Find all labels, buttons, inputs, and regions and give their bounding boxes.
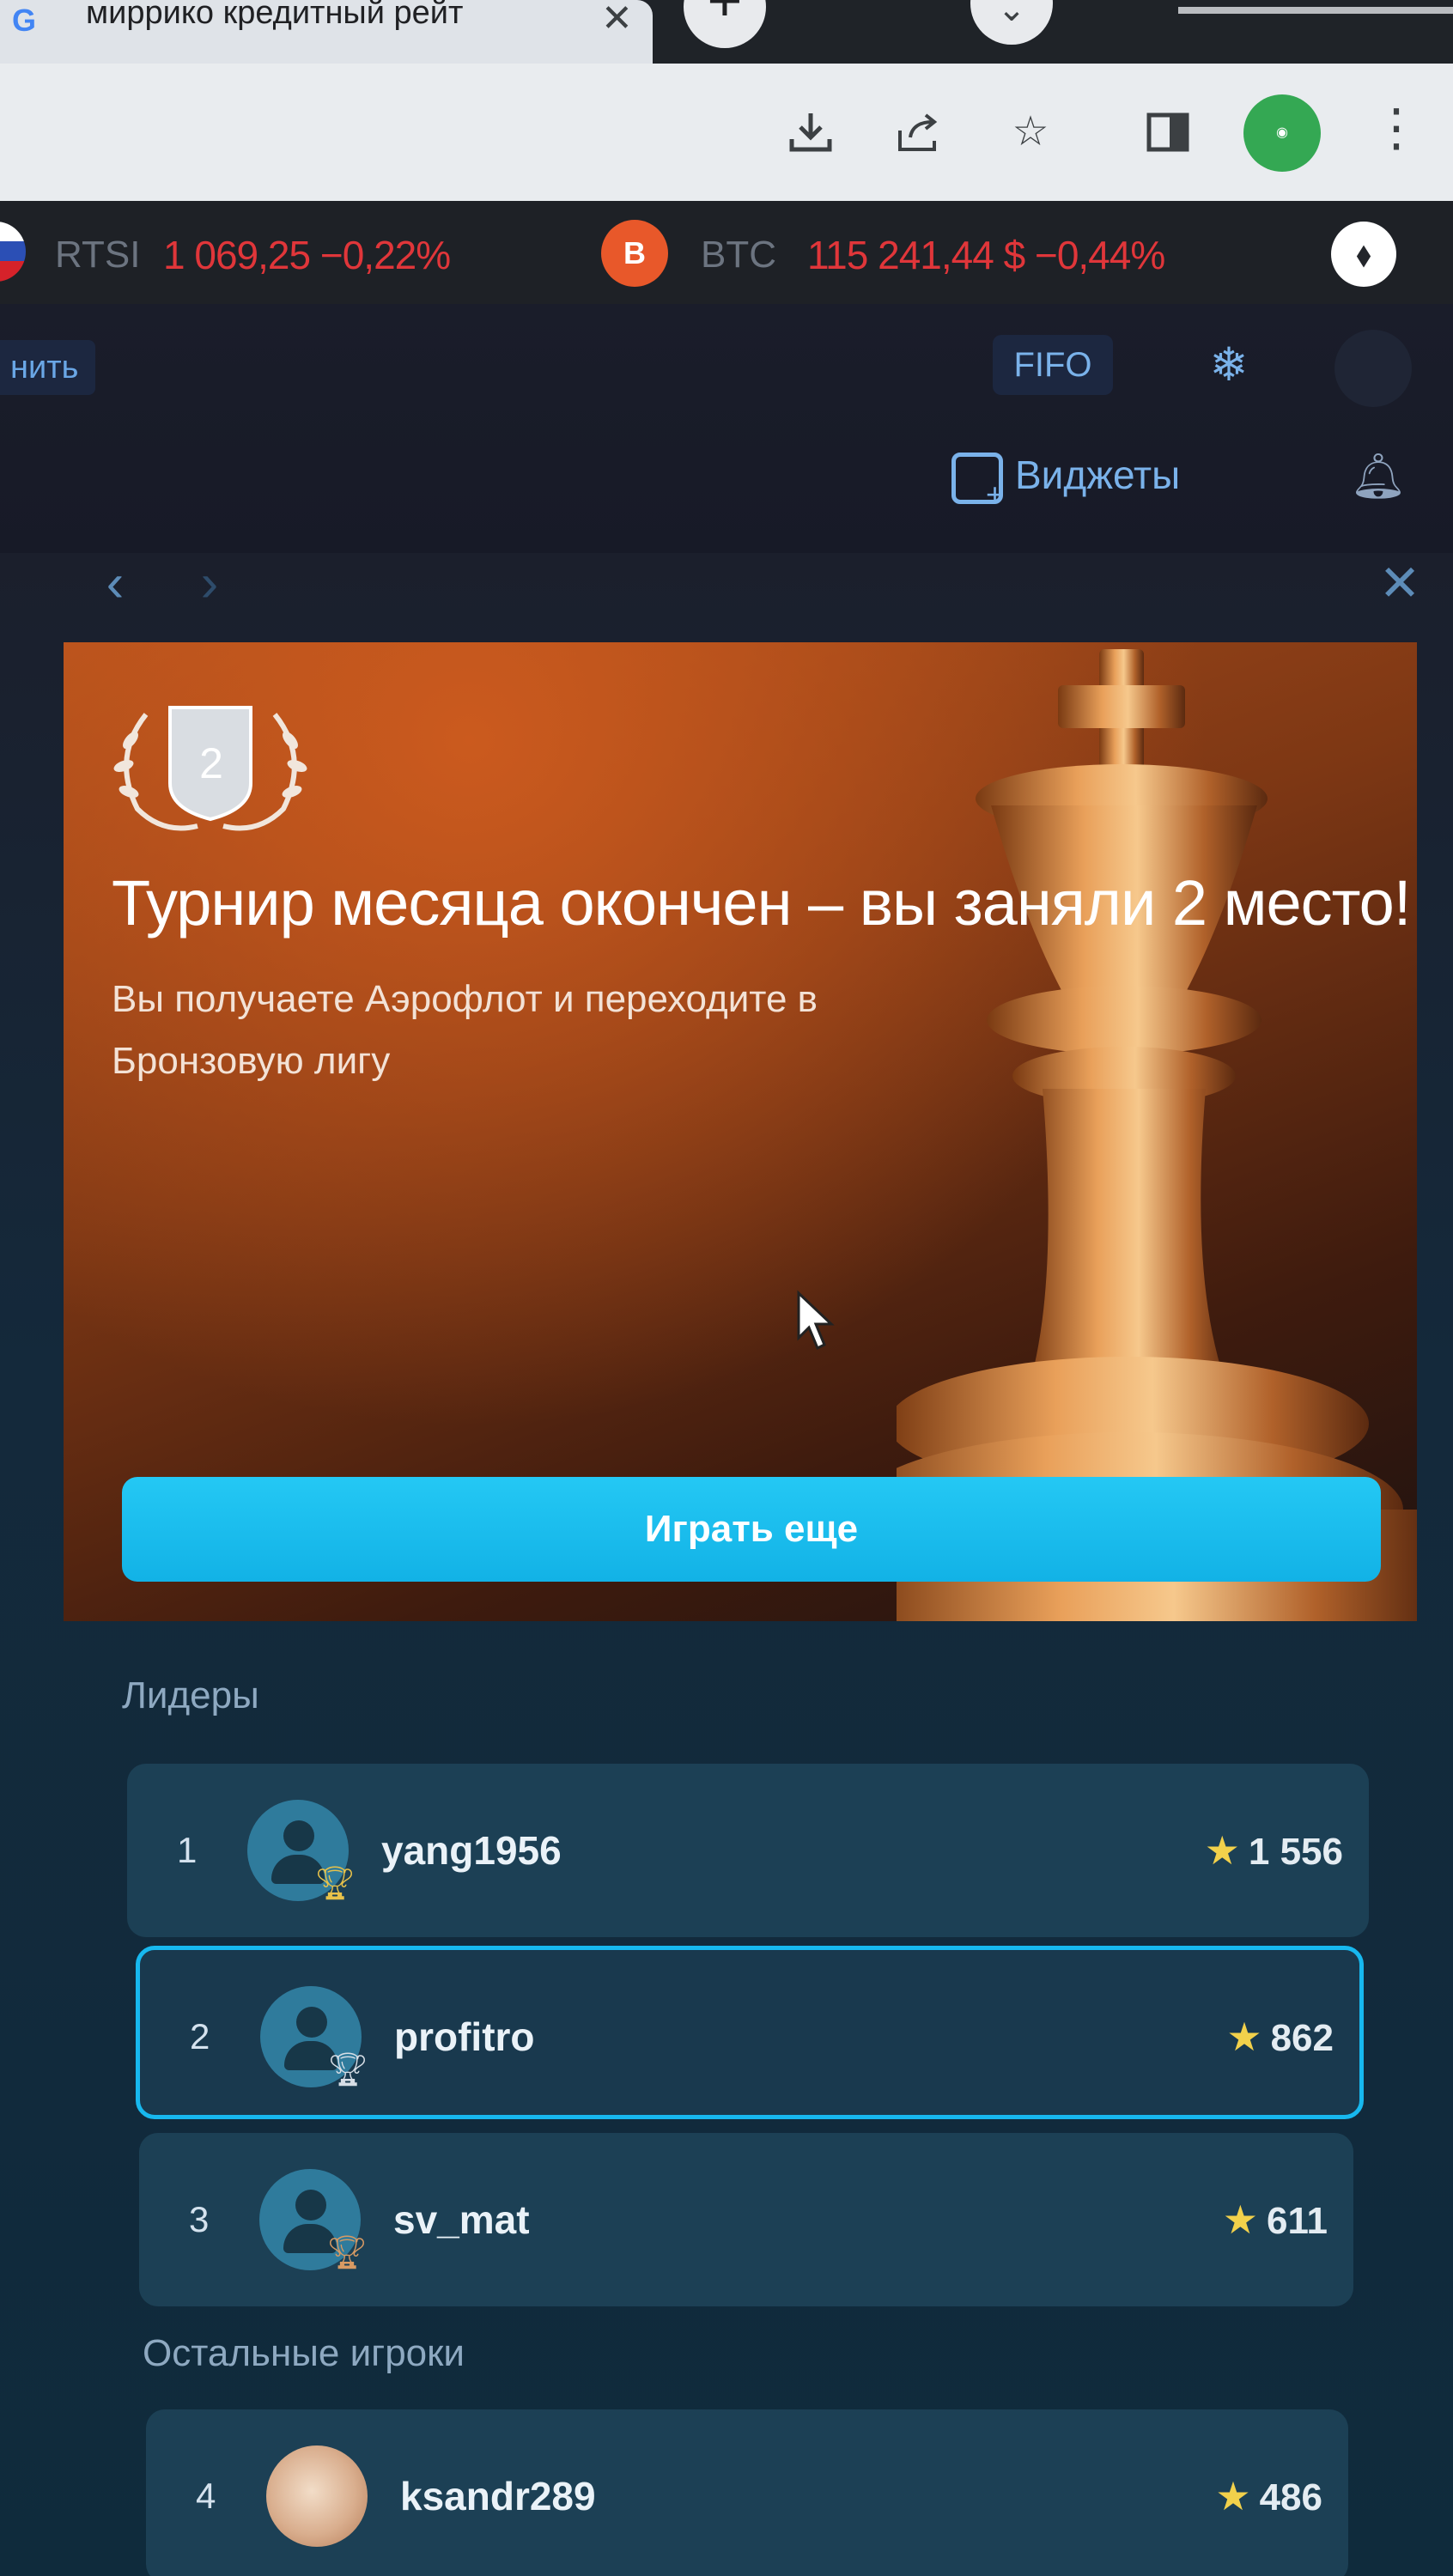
row-rank: 4 — [196, 2476, 216, 2516]
second-place-badge: 2 — [103, 697, 318, 843]
leaders-heading: Лидеры — [122, 1674, 259, 1716]
widgets-button[interactable]: Виджеты — [951, 443, 1181, 510]
player-name: sv_mat — [393, 2197, 530, 2242]
leaderboard-row[interactable]: 3 🏆︎ sv_mat ★ 611 — [139, 2133, 1353, 2306]
tab-title: миррико кредитный рейт — [86, 0, 464, 31]
leaderboard-row[interactable]: 4 ksandr289 ★ 486 — [146, 2409, 1348, 2576]
browser-toolbar: ☆ ◉ ⋮ — [0, 64, 1453, 201]
snowflake-icon[interactable]: ❄ — [1199, 335, 1259, 395]
player-name: profitro — [394, 2014, 535, 2059]
browser-menu-icon[interactable]: ⋮ — [1371, 98, 1422, 167]
other-players-heading: Остальные игроки — [143, 2332, 465, 2374]
fifo-button[interactable]: FIFO — [993, 335, 1113, 395]
avatar: 🏆︎ — [247, 1800, 356, 1902]
prev-arrow-icon[interactable]: ‹ — [89, 557, 141, 611]
user-avatar[interactable] — [1334, 330, 1412, 407]
star-icon: ★ — [1222, 2197, 1259, 2242]
bitcoin-icon: B — [601, 220, 668, 287]
player-score: ★ 1 556 — [1204, 1828, 1343, 1873]
google-favicon-icon: G — [11, 3, 36, 38]
player-name: yang1956 — [381, 1828, 562, 1873]
browser-tab[interactable]: G миррико кредитный рейт ✕ — [0, 0, 653, 64]
modal-title: Турнир месяца окончен – вы заняли 2 мест… — [112, 867, 1411, 939]
mouse-cursor-icon — [797, 1290, 835, 1351]
player-score: ★ 862 — [1226, 2014, 1334, 2059]
bronze-trophy-icon: 🏆︎ — [326, 2235, 368, 2271]
avatar: 🏆︎ — [260, 1986, 369, 2088]
close-icon[interactable]: ✕ — [1374, 558, 1426, 610]
player-name: ksandr289 — [400, 2474, 596, 2518]
download-icon[interactable] — [785, 106, 836, 158]
tab-close-icon[interactable]: ✕ — [601, 0, 633, 40]
row-rank: 2 — [190, 2016, 210, 2057]
row-rank: 3 — [189, 2199, 210, 2239]
ticker-value: 1 069,25 −0,22% — [163, 233, 451, 277]
ticker-symbol[interactable]: RTSI — [55, 234, 140, 276]
avatar — [266, 2445, 368, 2547]
player-score: ★ 611 — [1222, 2197, 1328, 2242]
browser-tab-bar: G миррико кредитный рейт ✕ + ⌄ — [0, 0, 1453, 64]
star-icon: ★ — [1204, 1828, 1240, 1873]
tab-search-icon[interactable]: ⌄ — [970, 0, 1053, 45]
leaderboard-row-current[interactable]: 2 🏆︎ profitro ★ 862 — [136, 1946, 1364, 2119]
star-bookmark-icon[interactable]: ☆ — [1005, 106, 1056, 158]
place-number: 2 — [199, 739, 223, 787]
widgets-icon — [951, 452, 1004, 510]
star-icon: ★ — [1226, 2014, 1262, 2059]
window-titlebar-strip — [1178, 7, 1453, 14]
widgets-label: Виджеты — [1015, 453, 1181, 497]
star-icon: ★ — [1215, 2474, 1251, 2518]
next-arrow-icon[interactable]: › — [184, 557, 235, 611]
side-panel-icon[interactable] — [1142, 106, 1194, 158]
ethereum-icon: ⬧ — [1331, 222, 1396, 287]
ticker-value: 115 241,44 $ −0,44% — [807, 233, 1165, 277]
silver-trophy-icon: 🏆︎ — [327, 2052, 369, 2088]
avatar: 🏆︎ — [259, 2169, 368, 2271]
new-tab-button[interactable]: + — [684, 0, 766, 48]
row-rank: 1 — [177, 1830, 198, 1870]
profile-avatar[interactable]: ◉ — [1243, 94, 1321, 172]
player-score: ★ 486 — [1215, 2474, 1322, 2518]
ticker-symbol[interactable]: BTC — [701, 234, 776, 276]
header-link[interactable]: нить — [0, 340, 96, 395]
modal-subtitle: Вы получаете Аэрофлот и переходите в Бро… — [112, 978, 818, 1082]
leaderboard-row[interactable]: 1 🏆︎ yang1956 ★ 1 556 — [127, 1764, 1369, 1937]
play-again-button[interactable]: Играть еще — [122, 1477, 1381, 1582]
chess-king-icon — [897, 649, 1417, 1621]
tournament-result-banner: 2 Турнир месяца окончен – вы заняли 2 ме… — [64, 642, 1417, 1621]
share-icon[interactable] — [893, 106, 945, 158]
bell-icon[interactable]: 🔔︎ — [1348, 447, 1408, 507]
gold-trophy-icon: 🏆︎ — [314, 1866, 356, 1902]
